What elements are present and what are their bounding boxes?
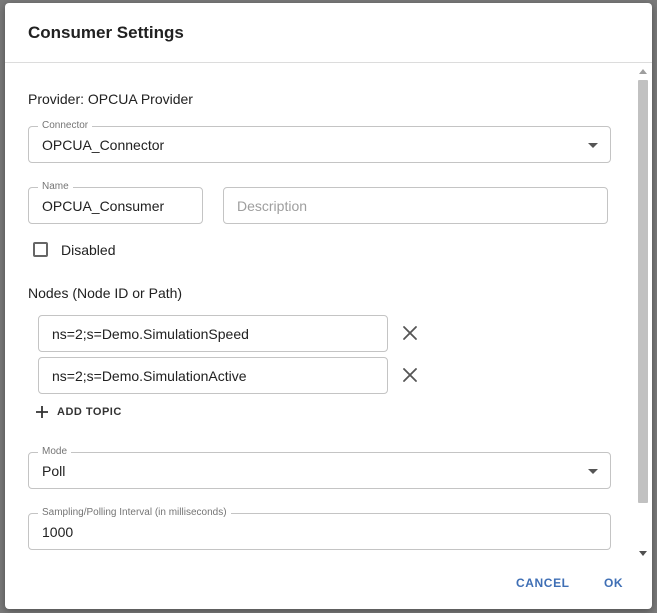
chevron-down-icon (588, 468, 598, 474)
content-scrollbar[interactable] (636, 65, 650, 559)
name-value: OPCUA_Consumer (42, 197, 165, 214)
ok-button[interactable]: OK (604, 576, 623, 590)
node-input-1[interactable]: ns=2;s=Demo.SimulationSpeed (38, 315, 388, 352)
connector-select[interactable]: Connector OPCUA_Connector (28, 120, 611, 163)
scroll-up-icon[interactable] (639, 69, 647, 74)
plus-icon (36, 406, 48, 418)
name-field[interactable]: Name OPCUA_Consumer (28, 181, 203, 224)
connector-value: OPCUA_Connector (42, 136, 165, 153)
nodes-heading: Nodes (Node ID or Path) (28, 285, 183, 301)
close-icon (403, 368, 417, 382)
remove-node-1-button[interactable] (399, 322, 421, 344)
disabled-checkbox[interactable] (33, 242, 48, 257)
add-topic-button[interactable]: ADD TOPIC (36, 406, 122, 418)
interval-value: 1000 (42, 523, 74, 540)
consumer-settings-dialog: Consumer Settings Provider: OPCUA Provid… (5, 3, 652, 609)
dialog-title: Consumer Settings (28, 23, 184, 42)
remove-node-2-button[interactable] (399, 364, 421, 386)
cancel-button[interactable]: CANCEL (516, 576, 570, 590)
node-value-1: ns=2;s=Demo.SimulationSpeed (52, 325, 249, 342)
node-value-2: ns=2;s=Demo.SimulationActive (52, 367, 247, 384)
description-placeholder: Description (237, 197, 308, 214)
chevron-down-icon (588, 142, 598, 148)
scroll-down-icon[interactable] (639, 551, 647, 556)
mode-value: Poll (42, 462, 66, 479)
close-icon (403, 326, 417, 340)
disabled-checkbox-label: Disabled (61, 242, 116, 258)
node-input-2[interactable]: ns=2;s=Demo.SimulationActive (38, 357, 388, 394)
interval-field[interactable]: Sampling/Polling Interval (in millisecon… (28, 507, 611, 550)
provider-text: Provider: OPCUA Provider (28, 91, 193, 107)
add-topic-label: ADD TOPIC (57, 406, 122, 418)
scroll-thumb[interactable] (638, 80, 648, 503)
description-field[interactable]: Description (223, 187, 608, 224)
mode-select[interactable]: Mode Poll (28, 446, 611, 489)
dialog-content: Provider: OPCUA Provider Connector OPCUA… (5, 63, 635, 563)
